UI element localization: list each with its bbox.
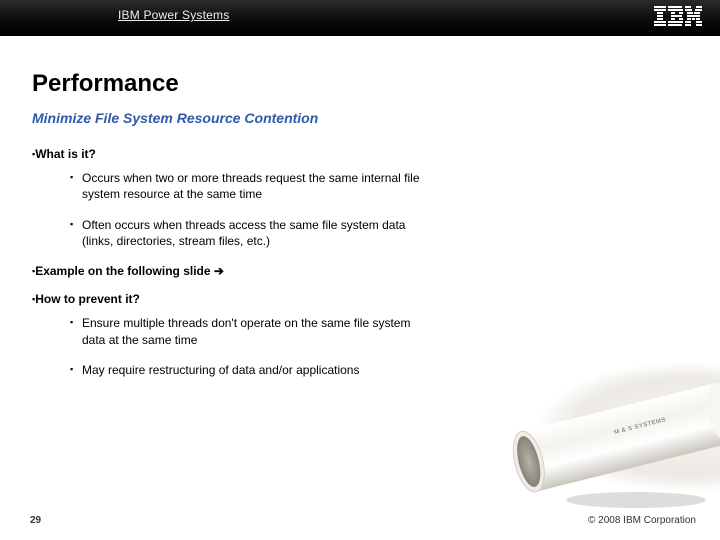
- slide: IBM Power Systems: [0, 0, 720, 540]
- section-example: Example on the following slide ➔: [32, 263, 552, 279]
- bullet-list: Occurs when two or more threads request …: [70, 170, 552, 249]
- slide-title: Performance: [32, 70, 179, 98]
- list-item: Ensure multiple threads don't operate on…: [70, 315, 430, 347]
- bullet-list: Ensure multiple threads don't operate on…: [70, 315, 552, 378]
- section-heading: How to prevent it?: [32, 291, 552, 307]
- ibm-logo: [654, 6, 702, 26]
- brand-label: IBM Power Systems: [118, 8, 229, 22]
- slide-body: What is it? Occurs when two or more thre…: [32, 146, 552, 392]
- section-heading: What is it?: [32, 146, 552, 162]
- section-heading: Example on the following slide ➔: [32, 264, 224, 278]
- arrow-icon: ➔: [214, 264, 224, 278]
- topbar: IBM Power Systems: [0, 0, 720, 36]
- pipe-image: M & S SYSTEMS: [510, 364, 720, 504]
- list-item: May require restructuring of data and/or…: [70, 362, 490, 378]
- list-item: Often occurs when threads access the sam…: [70, 217, 430, 249]
- section-how-to-prevent: How to prevent it? Ensure multiple threa…: [32, 291, 552, 378]
- list-item: Occurs when two or more threads request …: [70, 170, 430, 202]
- slide-subtitle: Minimize File System Resource Contention: [32, 110, 318, 126]
- copyright: © 2008 IBM Corporation: [588, 515, 696, 526]
- section-heading-text: Example on the following slide: [35, 264, 214, 278]
- page-number: 29: [30, 515, 41, 526]
- section-what-is-it: What is it? Occurs when two or more thre…: [32, 146, 552, 249]
- topbar-background: [0, 0, 720, 36]
